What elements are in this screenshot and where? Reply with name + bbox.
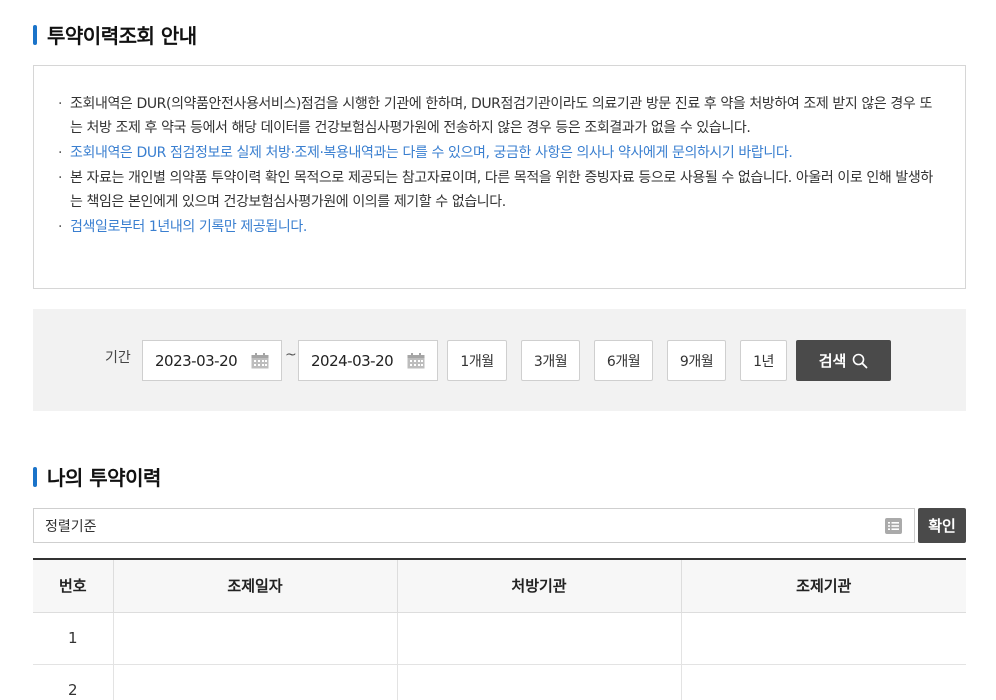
search-panel: 기간 2023-03-20 ~ 2024-03-20 1개월 3개월 6개월 9… <box>33 309 966 411</box>
end-date-input[interactable]: 2024-03-20 <box>298 340 438 381</box>
dispense-date-cell <box>112 612 397 665</box>
guide-notice-box: 조회내역은 DUR(의약품안전사용서비스)점검을 시행한 기관에 한하며, DU… <box>33 65 966 289</box>
prescribing-institution-cell <box>396 612 681 665</box>
dispensing-institution-cell <box>680 664 966 700</box>
calendar-icon[interactable] <box>251 353 269 369</box>
column-header-dispensing-institution: 조제기관 <box>680 558 966 613</box>
guide-list: 조회내역은 DUR(의약품안전사용서비스)점검을 시행한 기관에 한하며, DU… <box>58 92 935 239</box>
table-row[interactable]: 1 <box>33 612 966 665</box>
end-date-value: 2024-03-20 <box>311 351 394 370</box>
title-accent-bar <box>33 466 37 487</box>
column-header-dispense-date: 조제일자 <box>112 558 397 613</box>
title-accent-bar <box>33 24 37 45</box>
list-icon <box>885 518 902 534</box>
history-title: 나의 투약이력 <box>47 466 161 490</box>
row-number: 2 <box>33 664 113 700</box>
period-label: 기간 <box>105 350 131 366</box>
sort-select-value: 정렬기준 <box>45 518 97 535</box>
history-section-title: 나의 투약이력 <box>33 462 161 491</box>
date-range-separator: ~ <box>285 347 297 363</box>
period-button-6-months[interactable]: 6개월 <box>594 340 653 381</box>
search-icon <box>852 353 868 368</box>
guide-item: 조회내역은 DUR(의약품안전사용서비스)점검을 시행한 기관에 한하며, DU… <box>58 92 935 140</box>
column-header-number: 번호 <box>33 558 113 613</box>
table-row[interactable]: 2 <box>33 664 966 700</box>
start-date-input[interactable]: 2023-03-20 <box>142 340 282 381</box>
column-header-prescribing-institution: 처방기관 <box>396 558 681 613</box>
sort-select[interactable]: 정렬기준 <box>33 508 915 543</box>
prescribing-institution-cell <box>396 664 681 700</box>
confirm-button[interactable]: 확인 <box>918 508 966 543</box>
dispensing-institution-cell <box>680 612 966 665</box>
period-button-3-months[interactable]: 3개월 <box>521 340 580 381</box>
search-button-label: 검색 <box>818 352 847 370</box>
dispense-date-cell <box>112 664 397 700</box>
guide-item-highlight: 조회내역은 DUR 점검정보로 실제 처방·조제·복용내역과는 다를 수 있으며… <box>58 141 935 165</box>
guide-item: 본 자료는 개인별 의약품 투약이력 확인 목적으로 제공되는 참고자료이며, … <box>58 166 935 214</box>
table-header-row: 번호 조제일자 처방기관 조제기관 <box>33 558 966 613</box>
guide-title: 투약이력조회 안내 <box>47 24 197 48</box>
start-date-value: 2023-03-20 <box>155 351 238 370</box>
search-button[interactable]: 검색 <box>796 340 891 381</box>
period-button-1-month[interactable]: 1개월 <box>447 340 507 381</box>
calendar-icon[interactable] <box>407 353 425 369</box>
period-button-9-months[interactable]: 9개월 <box>667 340 726 381</box>
period-button-1-year[interactable]: 1년 <box>740 340 787 381</box>
history-table: 번호 조제일자 처방기관 조제기관 1 2 <box>33 558 966 700</box>
guide-section-title: 투약이력조회 안내 <box>33 20 197 49</box>
row-number: 1 <box>33 612 113 665</box>
guide-item-highlight: 검색일로부터 1년내의 기록만 제공됩니다. <box>58 215 935 239</box>
